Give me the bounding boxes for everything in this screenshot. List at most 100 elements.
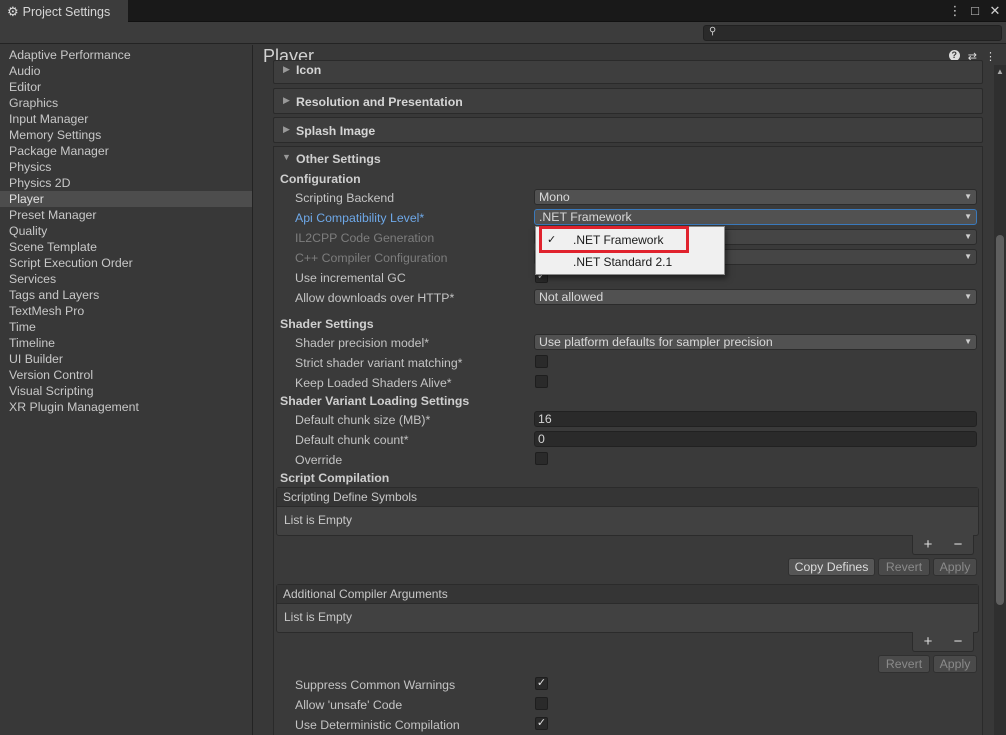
list-empty-text: List is Empty [284, 513, 353, 527]
deterministic-label: Use Deterministic Compilation [295, 718, 460, 732]
sidebar-item-xr-plugin-management[interactable]: XR Plugin Management [0, 399, 252, 415]
remove-item-button[interactable]: − [954, 536, 963, 553]
api-compatibility-label: Api Compatibility Level* [295, 211, 425, 225]
configuration-header: Configuration [280, 172, 361, 186]
chevron-down-icon: ▼ [964, 232, 972, 241]
revert-button[interactable]: Revert [878, 655, 930, 673]
sidebar-item-physics[interactable]: Physics [0, 159, 252, 175]
foldout-resolution-section[interactable]: ▶ Resolution and Presentation [273, 88, 983, 114]
sidebar-item-time[interactable]: Time [0, 319, 252, 335]
override-label: Override [295, 453, 343, 467]
keep-loaded-checkbox[interactable] [535, 375, 548, 388]
shader-precision-dropdown[interactable]: Use platform defaults for sampler precis… [534, 334, 977, 350]
chevron-down-icon: ▼ [964, 252, 972, 261]
dropdown-value: Mono [539, 190, 570, 204]
compiler-arguments-list-controls: + − [912, 632, 974, 652]
il2cpp-codegen-label: IL2CPP Code Generation [295, 231, 435, 245]
add-item-button[interactable]: + [924, 633, 933, 650]
api-compatibility-popup: ✓ .NET Framework .NET Standard 2.1 [535, 226, 725, 275]
window-controls: ⋮ □ ✕ [948, 2, 1002, 20]
sidebar-item-editor[interactable]: Editor [0, 79, 252, 95]
search-icon: ⚲ [709, 26, 717, 37]
sidebar-item-ui-builder[interactable]: UI Builder [0, 351, 252, 367]
suppress-warnings-checkbox[interactable]: ✓ [535, 677, 548, 690]
sidebar-item-player[interactable]: Player [0, 191, 252, 207]
script-compilation-header: Script Compilation [280, 471, 390, 485]
chevron-down-icon: ▼ [964, 337, 972, 346]
maximize-icon[interactable]: □ [968, 2, 982, 20]
keep-loaded-label: Keep Loaded Shaders Alive* [295, 376, 452, 390]
allow-unsafe-label: Allow 'unsafe' Code [295, 698, 403, 712]
suppress-warnings-label: Suppress Common Warnings [295, 678, 456, 692]
window-title: Project Settings [22, 5, 111, 19]
search-field[interactable]: ⚲ [703, 25, 1002, 41]
revert-button[interactable]: Revert [878, 558, 930, 576]
api-compatibility-dropdown[interactable]: .NET Framework ▼ [534, 209, 977, 225]
foldout-splash-section[interactable]: ▶ Splash Image [273, 117, 983, 143]
scripting-backend-dropdown[interactable]: Mono ▼ [534, 189, 977, 205]
apply-button[interactable]: Apply [933, 655, 977, 673]
expanded-arrow-icon[interactable]: ▼ [282, 152, 291, 162]
sidebar-item-tags-and-layers[interactable]: Tags and Layers [0, 287, 252, 303]
dropdown-value: Use platform defaults for sampler precis… [539, 335, 773, 349]
incremental-gc-label: Use incremental GC [295, 271, 406, 285]
option-label: .NET Framework [573, 233, 664, 247]
sidebar-item-memory-settings[interactable]: Memory Settings [0, 127, 252, 143]
sidebar-item-graphics[interactable]: Graphics [0, 95, 252, 111]
popup-option-net-framework[interactable]: ✓ .NET Framework [536, 230, 724, 250]
chunk-count-input[interactable]: 0 [534, 431, 977, 447]
remove-item-button[interactable]: − [954, 633, 963, 650]
strict-variant-checkbox[interactable] [535, 355, 548, 368]
sidebar-item-timeline[interactable]: Timeline [0, 335, 252, 351]
sidebar-item-visual-scripting[interactable]: Visual Scripting [0, 383, 252, 399]
compiler-arguments-list: Additional Compiler Arguments List is Em… [276, 584, 979, 633]
sidebar-item-package-manager[interactable]: Package Manager [0, 143, 252, 159]
variant-loading-header: Shader Variant Loading Settings [280, 394, 470, 408]
sidebar-item-script-execution-order[interactable]: Script Execution Order [0, 255, 252, 271]
window-tab[interactable]: ⚙ Project Settings [0, 0, 128, 22]
allow-unsafe-checkbox[interactable] [535, 697, 548, 710]
chunk-size-input[interactable]: 16 [534, 411, 977, 427]
shader-precision-label: Shader precision model* [295, 336, 429, 350]
collapsed-arrow-icon: ▶ [283, 95, 290, 105]
apply-button[interactable]: Apply [933, 558, 977, 576]
sidebar-item-audio[interactable]: Audio [0, 63, 252, 79]
sidebar-item-textmesh-pro[interactable]: TextMesh Pro [0, 303, 252, 319]
popup-option-net-standard[interactable]: .NET Standard 2.1 [536, 252, 724, 272]
sidebar-item-scene-template[interactable]: Scene Template [0, 239, 252, 255]
checkmark-icon: ✓ [547, 234, 557, 246]
copy-defines-button[interactable]: Copy Defines [788, 558, 875, 576]
foldout-label: Splash Image [296, 124, 376, 138]
chunk-count-label: Default chunk count* [295, 433, 409, 447]
sidebar-item-preset-manager[interactable]: Preset Manager [0, 207, 252, 223]
deterministic-checkbox[interactable]: ✓ [535, 717, 548, 730]
allow-http-label: Allow downloads over HTTP* [295, 291, 455, 305]
sidebar-item-input-manager[interactable]: Input Manager [0, 111, 252, 127]
sidebar-item-physics-2d[interactable]: Physics 2D [0, 175, 252, 191]
search-input[interactable] [720, 26, 998, 40]
more-options-icon[interactable]: ⋮ [948, 2, 962, 20]
chevron-down-icon: ▼ [964, 192, 972, 201]
scroll-thumb[interactable] [996, 235, 1004, 605]
dropdown-value: .NET Framework [539, 210, 632, 224]
player-settings-panel: Player ? ⇄ ⋮ ▲ ▶ Icon ▶ Resolution and P… [254, 45, 1006, 735]
foldout-label[interactable]: Other Settings [296, 152, 381, 166]
collapsed-arrow-icon: ▶ [283, 124, 290, 134]
allow-http-dropdown[interactable]: Not allowed ▼ [534, 289, 977, 305]
close-icon[interactable]: ✕ [988, 2, 1002, 20]
list-empty-text: List is Empty [284, 610, 353, 624]
option-label: .NET Standard 2.1 [573, 255, 673, 269]
scrollbar[interactable]: ▲ [994, 65, 1006, 735]
scroll-up-icon[interactable]: ▲ [996, 67, 1004, 76]
override-checkbox[interactable] [535, 452, 548, 465]
foldout-icon-section[interactable]: ▶ Icon [273, 60, 983, 84]
list-title: Additional Compiler Arguments [277, 585, 978, 604]
more-options-icon[interactable]: ⋮ [985, 50, 996, 63]
sidebar-item-version-control[interactable]: Version Control [0, 367, 252, 383]
chevron-down-icon: ▼ [964, 212, 972, 221]
sidebar-item-quality[interactable]: Quality [0, 223, 252, 239]
sidebar-item-services[interactable]: Services [0, 271, 252, 287]
toolbar: ⚲ [0, 22, 1006, 44]
sidebar-item-adaptive-performance[interactable]: Adaptive Performance [0, 47, 252, 63]
add-item-button[interactable]: + [924, 536, 933, 553]
